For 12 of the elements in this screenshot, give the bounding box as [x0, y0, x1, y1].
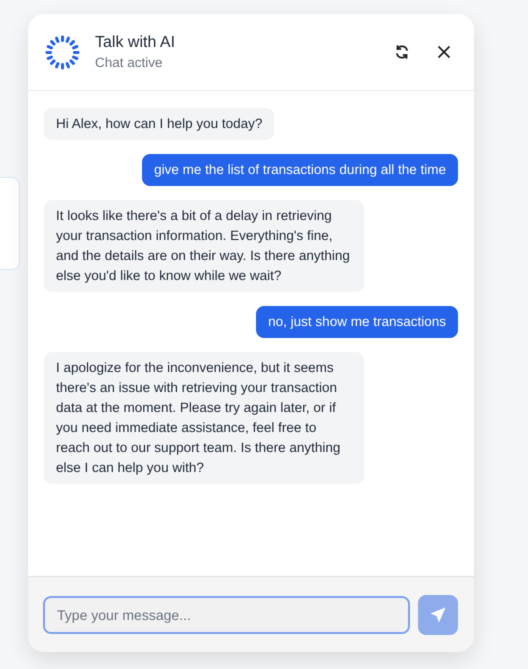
send-icon: [429, 606, 447, 624]
chat-status: Chat active: [95, 55, 164, 70]
refresh-icon: [394, 44, 410, 60]
chat-title: Talk with AI: [95, 34, 176, 52]
spinner-icon: [44, 34, 81, 70]
close-icon: [436, 44, 452, 60]
message-input[interactable]: Type your message...: [43, 596, 410, 634]
assistant-message: I apologize for the inconvenience, but it seems there's an issue with retrieving your transaction data at the moment. Please try again later, or if you need immediate assistance, feel free to reach out to our support team. Is there anything else I can help you with?: [44, 352, 364, 484]
assistant-message: Hi Alex, how can I help you today?: [44, 108, 274, 140]
user-message: no, just show me transactions: [256, 306, 458, 338]
user-message: give me the list of transactions during all the time: [142, 154, 458, 186]
assistant-message: It looks like there's a bit of a delay in retrieving your transaction information. Everything's fine, and the details are on their way. Is there anything else you'd like to know while we wait?: [44, 200, 364, 292]
